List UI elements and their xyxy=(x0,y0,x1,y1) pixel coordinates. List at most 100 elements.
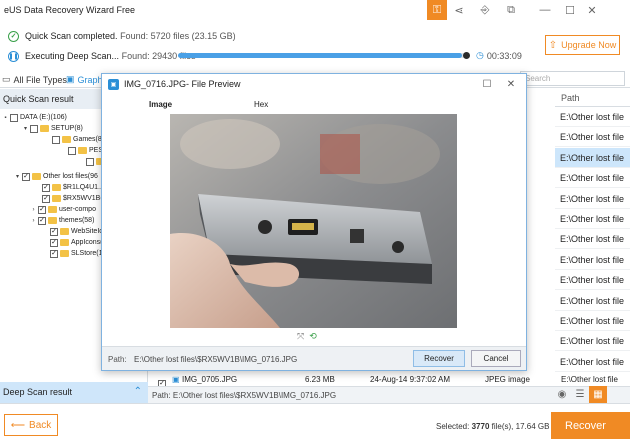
login-icon[interactable]: ⎆ xyxy=(475,0,495,20)
minimize-icon[interactable]: — xyxy=(535,0,555,20)
deep-scan-elapsed: ◷ 00:33:09 xyxy=(476,50,522,61)
expand-arrow-icon[interactable]: ▾ xyxy=(22,125,29,132)
table-row[interactable]: E:\Other lost file xyxy=(555,270,630,291)
table-row[interactable]: E:\Other lost file xyxy=(555,107,630,127)
search-input[interactable]: Search xyxy=(520,71,625,86)
deep-scan-result-header[interactable]: Deep Scan result ⌃ xyxy=(0,382,148,403)
folder-icon xyxy=(60,239,69,246)
tree-item-label: $R1LQ4U1... xyxy=(63,184,104,191)
dialog-footer: Path: E:\Other lost files\$RX5WV1B\IMG_0… xyxy=(102,346,526,370)
table-row[interactable]: E:\Other lost file xyxy=(555,147,630,168)
preview-eye-icon[interactable]: ◉ xyxy=(553,386,571,403)
upgrade-label: Upgrade Now xyxy=(561,40,617,50)
tree-checkbox[interactable] xyxy=(86,157,94,166)
tree-checkbox[interactable] xyxy=(10,113,18,122)
list-view-icon[interactable]: ☰ xyxy=(571,386,589,403)
tree-checkbox[interactable] xyxy=(30,124,38,133)
table-row[interactable]: E:\Other lost file xyxy=(555,168,630,189)
tree-checkbox[interactable] xyxy=(42,183,50,192)
tree-checkbox[interactable] xyxy=(42,194,50,203)
back-button[interactable]: ⟵ Back xyxy=(4,414,58,436)
pause-icon[interactable]: ❚❚ xyxy=(8,50,19,62)
title-bar: eUS Data Recovery Wizard Free ⚿ ⋖ ⎆ ⧉ — … xyxy=(0,0,630,20)
rotate-icon[interactable]: ⟲ xyxy=(309,331,317,342)
tree-item[interactable]: WebSiteIcor xyxy=(42,226,109,237)
restore-icon[interactable]: ⧉ xyxy=(501,0,521,20)
upgrade-button[interactable]: ⇧ Upgrade Now xyxy=(545,35,620,55)
table-row[interactable]: E:\Other lost file xyxy=(555,127,630,148)
recover-label: Recover xyxy=(565,419,606,432)
table-row[interactable]: E:\Other lost file xyxy=(555,229,630,250)
tree-item[interactable]: SLStore(1) xyxy=(42,248,105,259)
tab-all-file-types[interactable]: ▭ All File Types xyxy=(2,74,67,85)
table-row[interactable]: E:\Other lost file xyxy=(555,189,630,209)
path-column-header[interactable]: Path xyxy=(555,89,630,107)
folder-icon xyxy=(62,136,71,143)
file-type: JPEG image xyxy=(485,375,530,384)
key-icon[interactable]: ⚿ xyxy=(427,0,447,20)
tree-checkbox[interactable] xyxy=(38,216,46,225)
elapsed-time: 00:33:09 xyxy=(486,50,522,61)
tree-item-label: themes(58) xyxy=(59,217,95,224)
deep-scan-progress-fill xyxy=(178,53,463,58)
expand-arrow-icon[interactable]: › xyxy=(30,207,37,213)
expand-arrow-icon[interactable]: ▾ xyxy=(14,173,21,180)
fit-screen-icon[interactable]: ⤧ xyxy=(297,331,304,342)
expand-arrow-icon[interactable]: › xyxy=(30,218,37,224)
thumbnail-view-icon[interactable]: ▦ xyxy=(589,386,607,403)
tree-checkbox[interactable] xyxy=(50,238,58,247)
dialog-title: IMG_0716.JPG- File Preview xyxy=(124,79,241,89)
dialog-path-value: E:\Other lost files\$RX5WV1B\IMG_0716.JP… xyxy=(134,355,298,364)
pathbar-value: E:\Other lost files\$RX5WV1B\IMG_0716.JP… xyxy=(172,391,337,400)
tree-checkbox[interactable] xyxy=(22,172,30,181)
tab-hex[interactable]: Hex xyxy=(254,100,268,109)
deep-scan-label: Executing Deep Scan... xyxy=(25,51,120,61)
close-icon[interactable]: ✕ xyxy=(582,0,602,20)
tree-item[interactable]: $RX5WV1B( xyxy=(34,193,103,204)
preview-tabs: Image Hex xyxy=(102,98,526,112)
tree-checkbox[interactable] xyxy=(50,249,58,258)
recover-button[interactable]: Recover xyxy=(551,412,630,439)
view-mode-switcher: ◉ ☰ ▦ xyxy=(553,386,607,403)
tree-item[interactable]: › user-compo xyxy=(30,204,96,215)
tree-checkbox[interactable] xyxy=(50,227,58,236)
table-row[interactable]: E:\Other lost file xyxy=(555,311,630,331)
table-row[interactable]: E:\Other lost file xyxy=(555,209,630,229)
table-row[interactable]: ▣ IMG_0705.JPG 6.23 MB 24-Aug-14 9:37:02… xyxy=(150,373,630,388)
dialog-path-label: Path: xyxy=(108,355,127,364)
pathbar-label: Path: xyxy=(152,391,171,400)
clock-icon: ◷ xyxy=(476,50,484,60)
check-circle-icon: ✓ xyxy=(8,30,19,42)
chevron-up-icon[interactable]: ⌃ xyxy=(134,386,142,397)
file-size: 6.23 MB xyxy=(305,375,335,384)
tree-checkbox[interactable] xyxy=(68,146,76,155)
maximize-icon[interactable]: ☐ xyxy=(560,0,580,20)
share-icon[interactable]: ⋖ xyxy=(449,0,469,20)
close-icon[interactable]: ✕ xyxy=(504,77,518,91)
tab-graphics[interactable]: ▣ Graph xyxy=(66,74,103,85)
table-row[interactable]: E:\Other lost file xyxy=(555,250,630,270)
deep-scan-progress-bar xyxy=(178,53,468,58)
app-title: eUS Data Recovery Wizard Free xyxy=(4,5,136,15)
folder-icon xyxy=(52,195,61,202)
table-row[interactable]: E:\Other lost file xyxy=(555,291,630,311)
tree-item[interactable]: Games(8) xyxy=(44,134,104,145)
tree-item[interactable]: ▪ DATA (E:)(106) xyxy=(2,112,67,123)
table-row[interactable]: E:\Other lost file xyxy=(555,352,630,372)
tree-checkbox[interactable] xyxy=(38,205,46,214)
expand-arrow-icon[interactable]: ▪ xyxy=(2,115,9,121)
table-row[interactable]: E:\Other lost file xyxy=(555,331,630,352)
tree-checkbox[interactable] xyxy=(52,135,60,144)
back-label: Back xyxy=(29,419,52,431)
dialog-recover-button[interactable]: Recover xyxy=(413,350,465,367)
tree-item[interactable]: AppIcons(1 xyxy=(42,237,106,248)
tree-item[interactable]: › themes(58) xyxy=(30,215,94,226)
maximize-icon[interactable]: ☐ xyxy=(480,77,494,91)
tree-item[interactable]: $R1LQ4U1... xyxy=(34,182,104,193)
selected-suffix: file(s), 17.64 GB xyxy=(491,422,550,431)
dialog-cancel-button[interactable]: Cancel xyxy=(471,350,521,367)
folder-icon xyxy=(60,228,69,235)
tab-image[interactable]: Image xyxy=(149,100,172,109)
tree-item[interactable]: ▾ Other lost files(96 xyxy=(14,171,98,182)
tree-item[interactable]: ▾ SETUP(8) xyxy=(22,123,83,134)
